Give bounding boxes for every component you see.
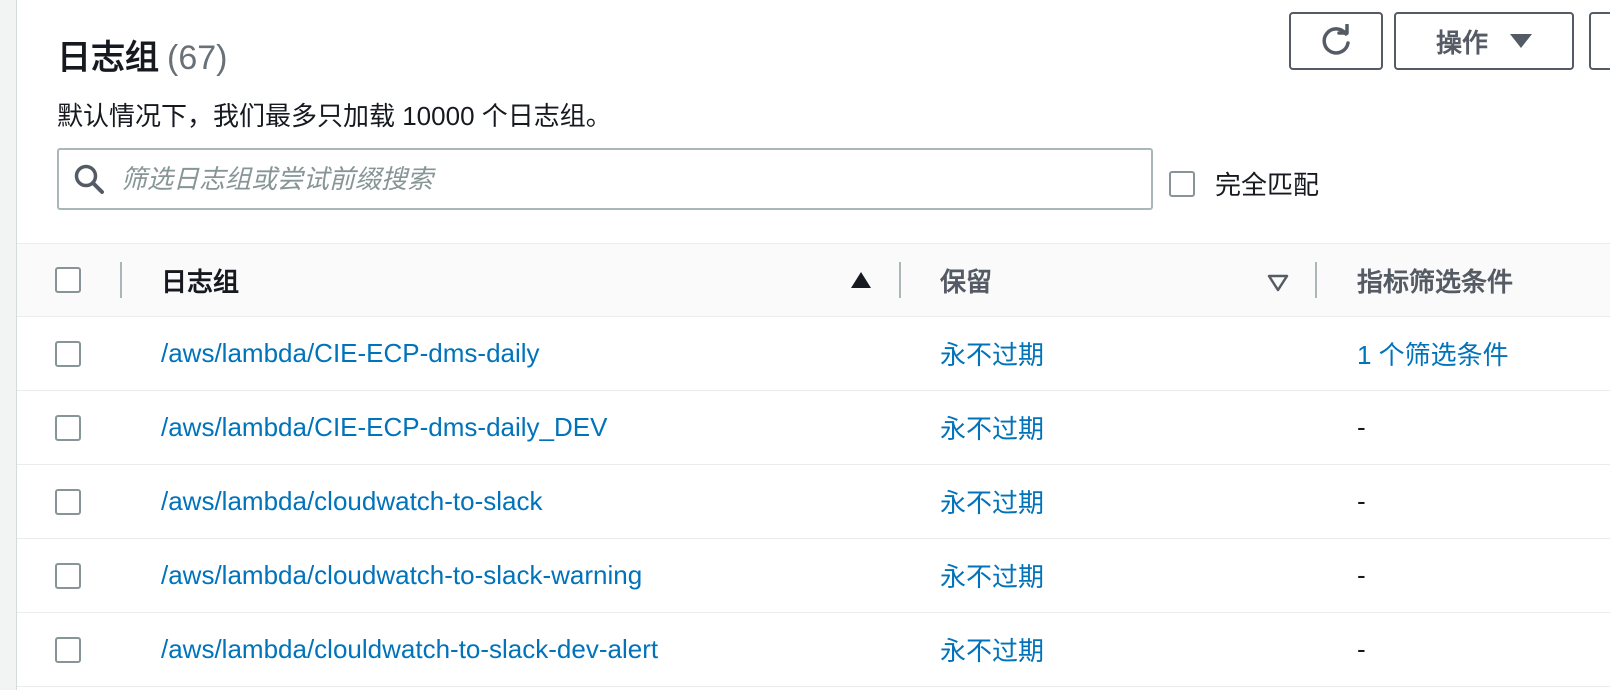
page-header: 日志组 (67) bbox=[57, 30, 227, 79]
page-title: 日志组 bbox=[57, 39, 159, 77]
table-row: /aws/lambda/cloudwatch-to-slack 永不过期 - bbox=[17, 465, 1610, 539]
log-groups-table: 日志组 保留 指标筛选条件 /aws/lambda/CIE-ECP-dms-da… bbox=[17, 243, 1610, 687]
exact-match-label: 完全匹配 bbox=[1215, 170, 1320, 200]
log-group-count: (67) bbox=[167, 39, 228, 77]
table-row: /aws/lambda/CIE-ECP-dms-daily_DEV 永不过期 - bbox=[17, 391, 1610, 465]
metric-filters-link[interactable]: 1 个筛选条件 bbox=[1357, 317, 1509, 390]
sort-descending-icon[interactable] bbox=[1267, 274, 1289, 292]
column-header-log-group[interactable]: 日志组 bbox=[161, 244, 239, 316]
refresh-icon bbox=[1322, 24, 1350, 55]
metric-filters-value: - bbox=[1357, 560, 1366, 590]
refresh-button[interactable] bbox=[1289, 12, 1383, 70]
caret-down-icon bbox=[1510, 34, 1532, 48]
retention-link[interactable]: 永不过期 bbox=[940, 465, 1044, 538]
create-button[interactable] bbox=[1589, 12, 1610, 70]
row-checkbox[interactable] bbox=[55, 489, 81, 515]
log-group-link[interactable]: /aws/lambda/cloudwatch-to-slack bbox=[161, 465, 543, 538]
retention-link[interactable]: 永不过期 bbox=[940, 539, 1044, 612]
log-group-link[interactable]: /aws/lambda/CIE-ECP-dms-daily bbox=[161, 317, 540, 390]
row-checkbox[interactable] bbox=[55, 341, 81, 367]
table-header: 日志组 保留 指标筛选条件 bbox=[17, 243, 1610, 317]
column-divider[interactable] bbox=[1315, 262, 1317, 298]
row-checkbox[interactable] bbox=[55, 563, 81, 589]
retention-link[interactable]: 永不过期 bbox=[940, 391, 1044, 464]
retention-link[interactable]: 永不过期 bbox=[940, 613, 1044, 686]
metric-filters-value: - bbox=[1357, 486, 1366, 516]
search-icon bbox=[74, 164, 104, 194]
exact-match-toggle[interactable]: 完全匹配 bbox=[1169, 165, 1319, 202]
metric-filters-value: - bbox=[1357, 634, 1366, 664]
select-all-checkbox[interactable] bbox=[55, 267, 81, 293]
column-divider[interactable] bbox=[899, 262, 901, 298]
row-checkbox[interactable] bbox=[55, 415, 81, 441]
page-description: 默认情况下，我们最多只加载 10000 个日志组。 bbox=[57, 101, 612, 131]
log-groups-panel: 日志组 (67) 默认情况下，我们最多只加载 10000 个日志组。 操作 完全… bbox=[16, 0, 1610, 690]
table-row: /aws/lambda/CIE-ECP-dms-daily 永不过期 1 个筛选… bbox=[17, 317, 1610, 391]
actions-dropdown-button[interactable]: 操作 bbox=[1394, 12, 1574, 70]
column-header-metric-filters[interactable]: 指标筛选条件 bbox=[1357, 244, 1513, 316]
table-row: /aws/lambda/clouldwatch-to-slack-dev-ale… bbox=[17, 613, 1610, 687]
metric-filters-value: - bbox=[1357, 412, 1366, 442]
log-group-link[interactable]: /aws/lambda/clouldwatch-to-slack-dev-ale… bbox=[161, 613, 658, 686]
retention-link[interactable]: 永不过期 bbox=[940, 317, 1044, 390]
log-group-link[interactable]: /aws/lambda/CIE-ECP-dms-daily_DEV bbox=[161, 391, 607, 464]
search-box bbox=[57, 148, 1153, 210]
search-input[interactable] bbox=[119, 162, 1103, 196]
table-row: /aws/lambda/cloudwatch-to-slack-warning … bbox=[17, 539, 1610, 613]
exact-match-checkbox[interactable] bbox=[1169, 170, 1195, 197]
row-checkbox[interactable] bbox=[55, 637, 81, 663]
column-divider bbox=[120, 262, 122, 298]
column-header-retention[interactable]: 保留 bbox=[940, 244, 992, 316]
sort-ascending-icon[interactable] bbox=[851, 272, 871, 288]
log-group-link[interactable]: /aws/lambda/cloudwatch-to-slack-warning bbox=[161, 539, 642, 612]
actions-label: 操作 bbox=[1435, 27, 1488, 58]
